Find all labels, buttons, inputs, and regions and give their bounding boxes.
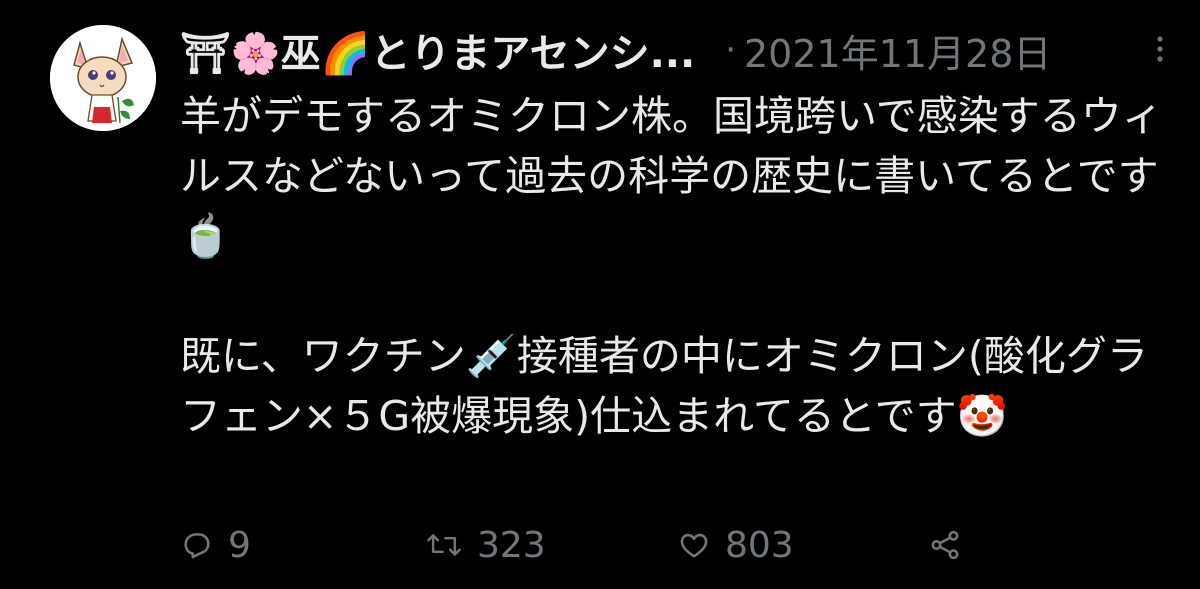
reply-button[interactable]: 9 — [180, 518, 251, 572]
retweet-button[interactable]: 323 — [425, 518, 546, 572]
like-icon — [677, 528, 711, 562]
retweet-count: 323 — [477, 524, 546, 566]
separator-dot: · — [725, 30, 736, 70]
reply-icon — [180, 528, 214, 562]
share-icon — [928, 528, 962, 562]
tweet-header: ⛩🌸巫🌈とりまアセンシ... · 2021年11月28日 — [180, 22, 1170, 78]
display-name[interactable]: ⛩🌸巫🌈とりまアセンシ... — [180, 21, 695, 79]
like-count: 803 — [725, 524, 794, 566]
like-button[interactable]: 803 — [677, 518, 794, 572]
tweet: ⛩🌸巫🌈とりまアセンシ... · 2021年11月28日 羊がデモするオミクロン… — [0, 0, 1200, 589]
tweet-text: 羊がデモするオミクロン株。国境跨いで感染するウィルスなどないって過去の科学の歴史… — [180, 92, 1163, 440]
more-icon[interactable] — [1150, 34, 1170, 64]
share-button[interactable] — [928, 518, 962, 572]
avatar-illustration — [50, 25, 156, 131]
avatar[interactable] — [50, 25, 156, 131]
retweet-icon — [425, 528, 463, 562]
timestamp[interactable]: 2021年11月28日 — [744, 23, 1051, 78]
action-bar: 9 323 803 — [180, 518, 1170, 572]
reply-count: 9 — [228, 524, 251, 566]
